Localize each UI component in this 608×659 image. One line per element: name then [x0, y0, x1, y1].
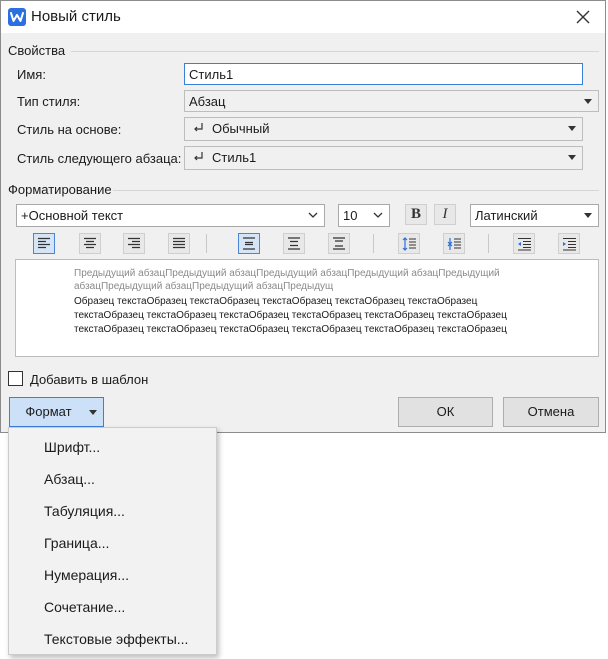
- dropdown-arrow-icon: [568, 126, 576, 131]
- properties-section-label: Свойства: [8, 43, 66, 58]
- name-label: Имя:: [17, 67, 46, 82]
- dropdown-arrow-icon: [568, 155, 576, 160]
- indent-decrease-icon: [518, 237, 531, 251]
- format-dropdown-menu: Шрифт... Абзац... Табуляция... Граница..…: [8, 427, 217, 655]
- increase-indent-button[interactable]: [558, 233, 580, 254]
- decrease-indent-button[interactable]: [513, 233, 535, 254]
- add-to-template-checkbox[interactable]: [8, 371, 23, 386]
- based-on-label: Стиль на основе:: [17, 122, 122, 137]
- menu-item-label: Нумерация...: [44, 567, 130, 583]
- spacing-decrease-icon: [447, 238, 461, 250]
- indent-increase-icon: [563, 237, 576, 251]
- preview-sample-line: Образец текстаОбразец текстаОбразец текс…: [74, 296, 478, 307]
- align-right-icon: [128, 237, 140, 249]
- dropdown-arrow-icon: [584, 99, 592, 104]
- cancel-button-label: Отмена: [527, 404, 575, 419]
- single-spacing-button[interactable]: [238, 233, 260, 254]
- toolbar-separator: [488, 234, 489, 253]
- line-spacing-double-icon: [333, 237, 345, 250]
- formatting-divider: [113, 190, 599, 191]
- add-to-template-label: Добавить в шаблон: [30, 372, 149, 387]
- chevron-down-icon: [308, 212, 318, 218]
- script-value: Латинский: [475, 208, 538, 223]
- style-name-input[interactable]: [184, 63, 583, 85]
- next-paragraph-style-value: Стиль1: [212, 150, 257, 165]
- based-on-value: Обычный: [212, 121, 270, 136]
- decrease-paragraph-spacing-button[interactable]: [443, 233, 465, 254]
- align-right-button[interactable]: [123, 233, 145, 254]
- line-spacing-one-half-icon: [288, 237, 300, 250]
- menu-item-shortcut-key[interactable]: Сочетание...: [9, 591, 216, 623]
- font-name-select[interactable]: +Основной текст: [16, 204, 325, 227]
- script-select[interactable]: Латинский: [470, 204, 599, 227]
- menu-item-text-effects[interactable]: Текстовые эффекты...: [9, 623, 216, 655]
- line-spacing-single-icon: [243, 237, 255, 250]
- wps-writer-app-icon: [8, 8, 26, 26]
- menu-item-font[interactable]: Шрифт...: [9, 431, 216, 463]
- bold-glyph: B: [410, 206, 421, 222]
- toolbar-separator: [206, 234, 207, 253]
- increase-paragraph-spacing-button[interactable]: [398, 233, 420, 254]
- next-paragraph-style-label: Стиль следующего абзаца:: [17, 151, 182, 166]
- chevron-down-icon: [373, 212, 383, 218]
- menu-item-numbering[interactable]: Нумерация...: [9, 559, 216, 591]
- style-type-value: Абзац: [189, 94, 226, 109]
- format-button-label: Формат: [25, 404, 72, 419]
- double-spacing-button[interactable]: [328, 233, 350, 254]
- format-button[interactable]: Формат: [9, 397, 104, 427]
- preview-sample-line: текстаОбразец текстаОбразец текстаОбразе…: [74, 310, 507, 321]
- one-and-half-spacing-button[interactable]: [283, 233, 305, 254]
- bold-button[interactable]: B: [405, 204, 427, 225]
- preview-sample-line: текстаОбразец текстаОбразец текстаОбразе…: [74, 324, 507, 335]
- next-paragraph-style-select[interactable]: Стиль1: [184, 146, 583, 170]
- paragraph-mark-icon: [194, 152, 203, 161]
- menu-item-tabs[interactable]: Табуляция...: [9, 495, 216, 527]
- toolbar-separator: [373, 234, 374, 253]
- dropdown-arrow-icon: [584, 213, 592, 218]
- based-on-select[interactable]: Обычный: [184, 117, 583, 141]
- menu-item-label: Сочетание...: [44, 599, 126, 615]
- style-preview-box: Предыдущий абзацПредыдущий абзацПредыдущ…: [15, 259, 599, 357]
- cancel-button[interactable]: Отмена: [503, 397, 599, 427]
- paragraph-mark-icon: [194, 123, 203, 132]
- title-bar: Новый стиль: [1, 1, 605, 34]
- font-size-select[interactable]: 10: [338, 204, 390, 227]
- style-type-label: Тип стиля:: [17, 94, 81, 109]
- align-left-icon: [38, 237, 50, 249]
- menu-item-paragraph[interactable]: Абзац...: [9, 463, 216, 495]
- new-style-dialog: Новый стиль Свойства Имя: Тип стиля: Абз…: [0, 0, 606, 433]
- font-size-value: 10: [343, 208, 358, 223]
- dropdown-arrow-icon: [89, 410, 97, 415]
- close-icon: [576, 10, 590, 24]
- menu-item-label: Шрифт...: [44, 439, 101, 455]
- spacing-increase-icon: [402, 237, 416, 251]
- properties-divider: [71, 51, 599, 52]
- align-center-button[interactable]: [79, 233, 101, 254]
- menu-item-border[interactable]: Граница...: [9, 527, 216, 559]
- formatting-section-label: Форматирование: [8, 182, 112, 197]
- menu-item-label: Текстовые эффекты...: [44, 631, 189, 647]
- align-center-icon: [84, 237, 96, 249]
- close-button[interactable]: [571, 5, 595, 29]
- italic-glyph: I: [442, 206, 448, 222]
- dialog-title: Новый стиль: [31, 8, 121, 25]
- menu-item-label: Граница...: [44, 535, 110, 551]
- ok-button-label: ОК: [436, 404, 455, 419]
- ok-button[interactable]: ОК: [398, 397, 493, 427]
- align-justify-icon: [173, 237, 185, 249]
- preview-previous-paragraph-line: Предыдущий абзацПредыдущий абзацПредыдущ…: [74, 268, 500, 279]
- preview-previous-paragraph-line: абзацПредыдущий абзацПредыдущий абзацПре…: [74, 281, 334, 292]
- style-type-select[interactable]: Абзац: [184, 90, 599, 112]
- align-left-button[interactable]: [33, 233, 55, 254]
- justify-button[interactable]: [168, 233, 190, 254]
- italic-button[interactable]: I: [434, 204, 456, 225]
- menu-item-label: Абзац...: [44, 471, 95, 487]
- menu-item-label: Табуляция...: [44, 503, 125, 519]
- font-name-value: +Основной текст: [21, 208, 124, 223]
